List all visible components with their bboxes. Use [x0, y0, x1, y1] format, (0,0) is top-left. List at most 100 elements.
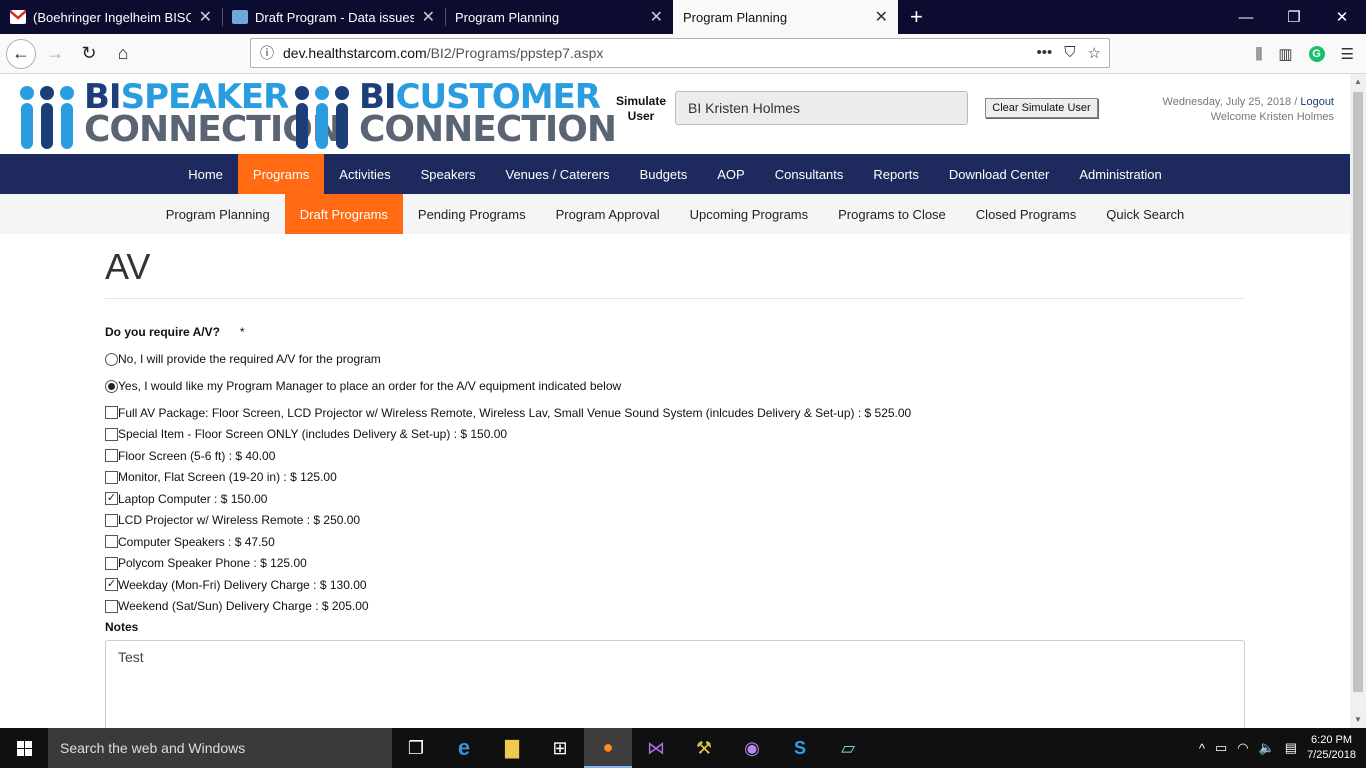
new-tab-button[interactable]: + — [898, 0, 935, 34]
av-item-checkbox-row[interactable]: Weekend (Sat/Sun) Delivery Charge : $ 20… — [105, 596, 1245, 618]
av-item-checkbox-row[interactable]: ✓ Weekday (Mon-Fri) Delivery Charge : $ 1… — [105, 574, 1245, 596]
notes-app-icon[interactable]: ▱ — [824, 728, 872, 768]
volume-icon[interactable]: 🔈 — [1259, 740, 1275, 756]
menu-icon[interactable]: ☰ — [1341, 45, 1354, 63]
battery-icon[interactable]: ▭ — [1215, 740, 1227, 756]
minimize-icon[interactable]: — — [1222, 0, 1270, 34]
nav-item-reports[interactable]: Reports — [858, 154, 934, 194]
checkbox[interactable] — [105, 449, 118, 463]
checkbox[interactable] — [105, 535, 118, 549]
scrollbar-thumb[interactable] — [1353, 92, 1363, 692]
radio-button[interactable] — [105, 352, 118, 366]
start-button[interactable] — [0, 728, 48, 768]
action-center-icon[interactable]: ▤ — [1285, 740, 1297, 756]
close-window-icon[interactable]: ✕ — [1318, 0, 1366, 34]
checkbox[interactable] — [105, 556, 118, 570]
file-explorer-icon[interactable]: ▇ — [488, 728, 536, 768]
pocket-icon[interactable]: ⛉ — [1064, 44, 1075, 62]
task-view-icon[interactable]: ❐ — [392, 728, 440, 768]
info-icon[interactable]: ⓘ — [251, 43, 283, 63]
back-button[interactable]: ← — [6, 38, 36, 69]
close-icon[interactable]: ✕ — [875, 7, 888, 27]
checkbox[interactable]: ✓ — [105, 578, 118, 592]
checkbox[interactable]: ✓ — [105, 492, 118, 506]
notes-textarea[interactable]: Test — [105, 640, 1245, 728]
people-logo-icon — [16, 78, 76, 150]
av-radio-option[interactable]: Yes, I would like my Program Manager to … — [105, 379, 1245, 393]
checkbox[interactable] — [105, 599, 118, 613]
subnav-item-draft-programs[interactable]: Draft Programs — [284, 194, 403, 234]
scroll-down-icon[interactable]: ▼ — [1350, 712, 1366, 728]
taskbar-search[interactable]: Search the web and Windows — [48, 728, 392, 768]
checkbox[interactable] — [105, 513, 118, 527]
nav-item-administration[interactable]: Administration — [1064, 154, 1176, 194]
browser-tab-draft-program[interactable]: Draft Program - Data issues - R ✕ — [222, 0, 445, 34]
close-icon[interactable]: ✕ — [199, 7, 212, 27]
tools-icon[interactable]: ⚒ — [680, 728, 728, 768]
simulate-user-input[interactable]: BI Kristen Holmes — [675, 91, 968, 125]
av-item-checkbox-row[interactable]: Polycom Speaker Phone : $ 125.00 — [105, 553, 1245, 575]
bookmark-star-icon[interactable]: ☆ — [1088, 44, 1101, 62]
home-button[interactable]: ⌂ — [108, 39, 138, 69]
browser-tab-gmail[interactable]: (Boehringer Ingelheim BISC 2.0 ✕ — [0, 0, 222, 34]
restore-icon[interactable]: ❐ — [1270, 0, 1318, 34]
scroll-up-icon[interactable]: ▲ — [1350, 74, 1366, 90]
logout-link[interactable]: Logout — [1300, 96, 1334, 108]
nav-item-activities[interactable]: Activities — [324, 154, 405, 194]
nav-item-budgets[interactable]: Budgets — [625, 154, 703, 194]
page-scrollbar[interactable]: ▲ ▼ — [1350, 74, 1366, 728]
firefox-icon[interactable]: ● — [584, 728, 632, 768]
visual-studio-icon[interactable]: ⋈ — [632, 728, 680, 768]
subnav-item-program-approval[interactable]: Program Approval — [541, 194, 675, 234]
close-icon[interactable]: ✕ — [650, 7, 663, 27]
nav-item-consultants[interactable]: Consultants — [760, 154, 859, 194]
subnav-item-program-planning[interactable]: Program Planning — [151, 194, 285, 234]
sidebar-icon[interactable]: ▥ — [1278, 45, 1292, 63]
page-actions-icon[interactable]: ••• — [1037, 44, 1053, 62]
radio-label: No, I will provide the required A/V for … — [118, 352, 381, 366]
clear-simulate-user-button[interactable]: Clear Simulate User — [985, 98, 1098, 118]
browser-tab-program-planning-active[interactable]: Program Planning ✕ — [673, 0, 898, 34]
av-item-checkbox-row[interactable]: Computer Speakers : $ 47.50 — [105, 531, 1245, 553]
checkbox[interactable] — [105, 406, 118, 420]
bi-customer-connection-logo[interactable]: BICUSTOMER CONNECTION — [291, 78, 617, 150]
av-radio-option[interactable]: No, I will provide the required A/V for … — [105, 352, 1245, 366]
checkbox-label: Weekend (Sat/Sun) Delivery Charge : $ 20… — [118, 599, 369, 614]
subnav-item-programs-to-close[interactable]: Programs to Close — [823, 194, 961, 234]
subnav-item-upcoming-programs[interactable]: Upcoming Programs — [675, 194, 824, 234]
edge-icon[interactable]: e — [440, 728, 488, 768]
nav-item-venues-caterers[interactable]: Venues / Caterers — [491, 154, 625, 194]
av-item-checkbox-row[interactable]: LCD Projector w/ Wireless Remote : $ 250… — [105, 510, 1245, 532]
wifi-icon[interactable]: ◠ — [1237, 740, 1248, 756]
skype-icon[interactable]: S — [776, 728, 824, 768]
nav-item-speakers[interactable]: Speakers — [406, 154, 491, 194]
av-item-checkbox-row[interactable]: Floor Screen (5-6 ft) : $ 40.00 — [105, 445, 1245, 467]
av-item-checkbox-row[interactable]: Full AV Package: Floor Screen, LCD Proje… — [105, 402, 1245, 424]
question-text: Do you require A/V? — [105, 325, 220, 339]
github-icon[interactable]: ◉ — [728, 728, 776, 768]
radio-button[interactable] — [105, 379, 118, 393]
reload-button[interactable]: ↻ — [74, 39, 104, 69]
close-icon[interactable]: ✕ — [422, 7, 435, 27]
gmail-icon — [9, 10, 27, 24]
browser-tab-program-planning[interactable]: Program Planning ✕ — [445, 0, 673, 34]
av-item-checkbox-row[interactable]: Special Item - Floor Screen ONLY (includ… — [105, 424, 1245, 446]
library-icon[interactable]: ⫼ — [1255, 46, 1262, 63]
checkbox[interactable] — [105, 470, 118, 484]
subnav-item-quick-search[interactable]: Quick Search — [1091, 194, 1199, 234]
nav-item-home[interactable]: Home — [173, 154, 238, 194]
forward-button[interactable]: → — [40, 39, 70, 69]
av-item-checkbox-row[interactable]: ✓ Laptop Computer : $ 150.00 — [105, 488, 1245, 510]
taskbar-clock[interactable]: 6:20 PM 7/25/2018 — [1307, 733, 1356, 763]
checkbox[interactable] — [105, 427, 118, 441]
show-hidden-icons-icon[interactable]: ^ — [1199, 741, 1205, 756]
subnav-item-closed-programs[interactable]: Closed Programs — [961, 194, 1091, 234]
nav-item-programs[interactable]: Programs — [237, 154, 325, 194]
store-icon[interactable]: ⊞ — [536, 728, 584, 768]
nav-item-aop[interactable]: AOP — [702, 154, 759, 194]
nav-item-download-center[interactable]: Download Center — [934, 154, 1064, 194]
av-item-checkbox-row[interactable]: Monitor, Flat Screen (19-20 in) : $ 125.… — [105, 467, 1245, 489]
subnav-item-pending-programs[interactable]: Pending Programs — [403, 194, 541, 234]
address-bar[interactable]: ⓘ dev.healthstarcom.com/BI2/Programs/pps… — [250, 38, 1110, 68]
grammarly-icon[interactable]: G — [1308, 46, 1325, 62]
